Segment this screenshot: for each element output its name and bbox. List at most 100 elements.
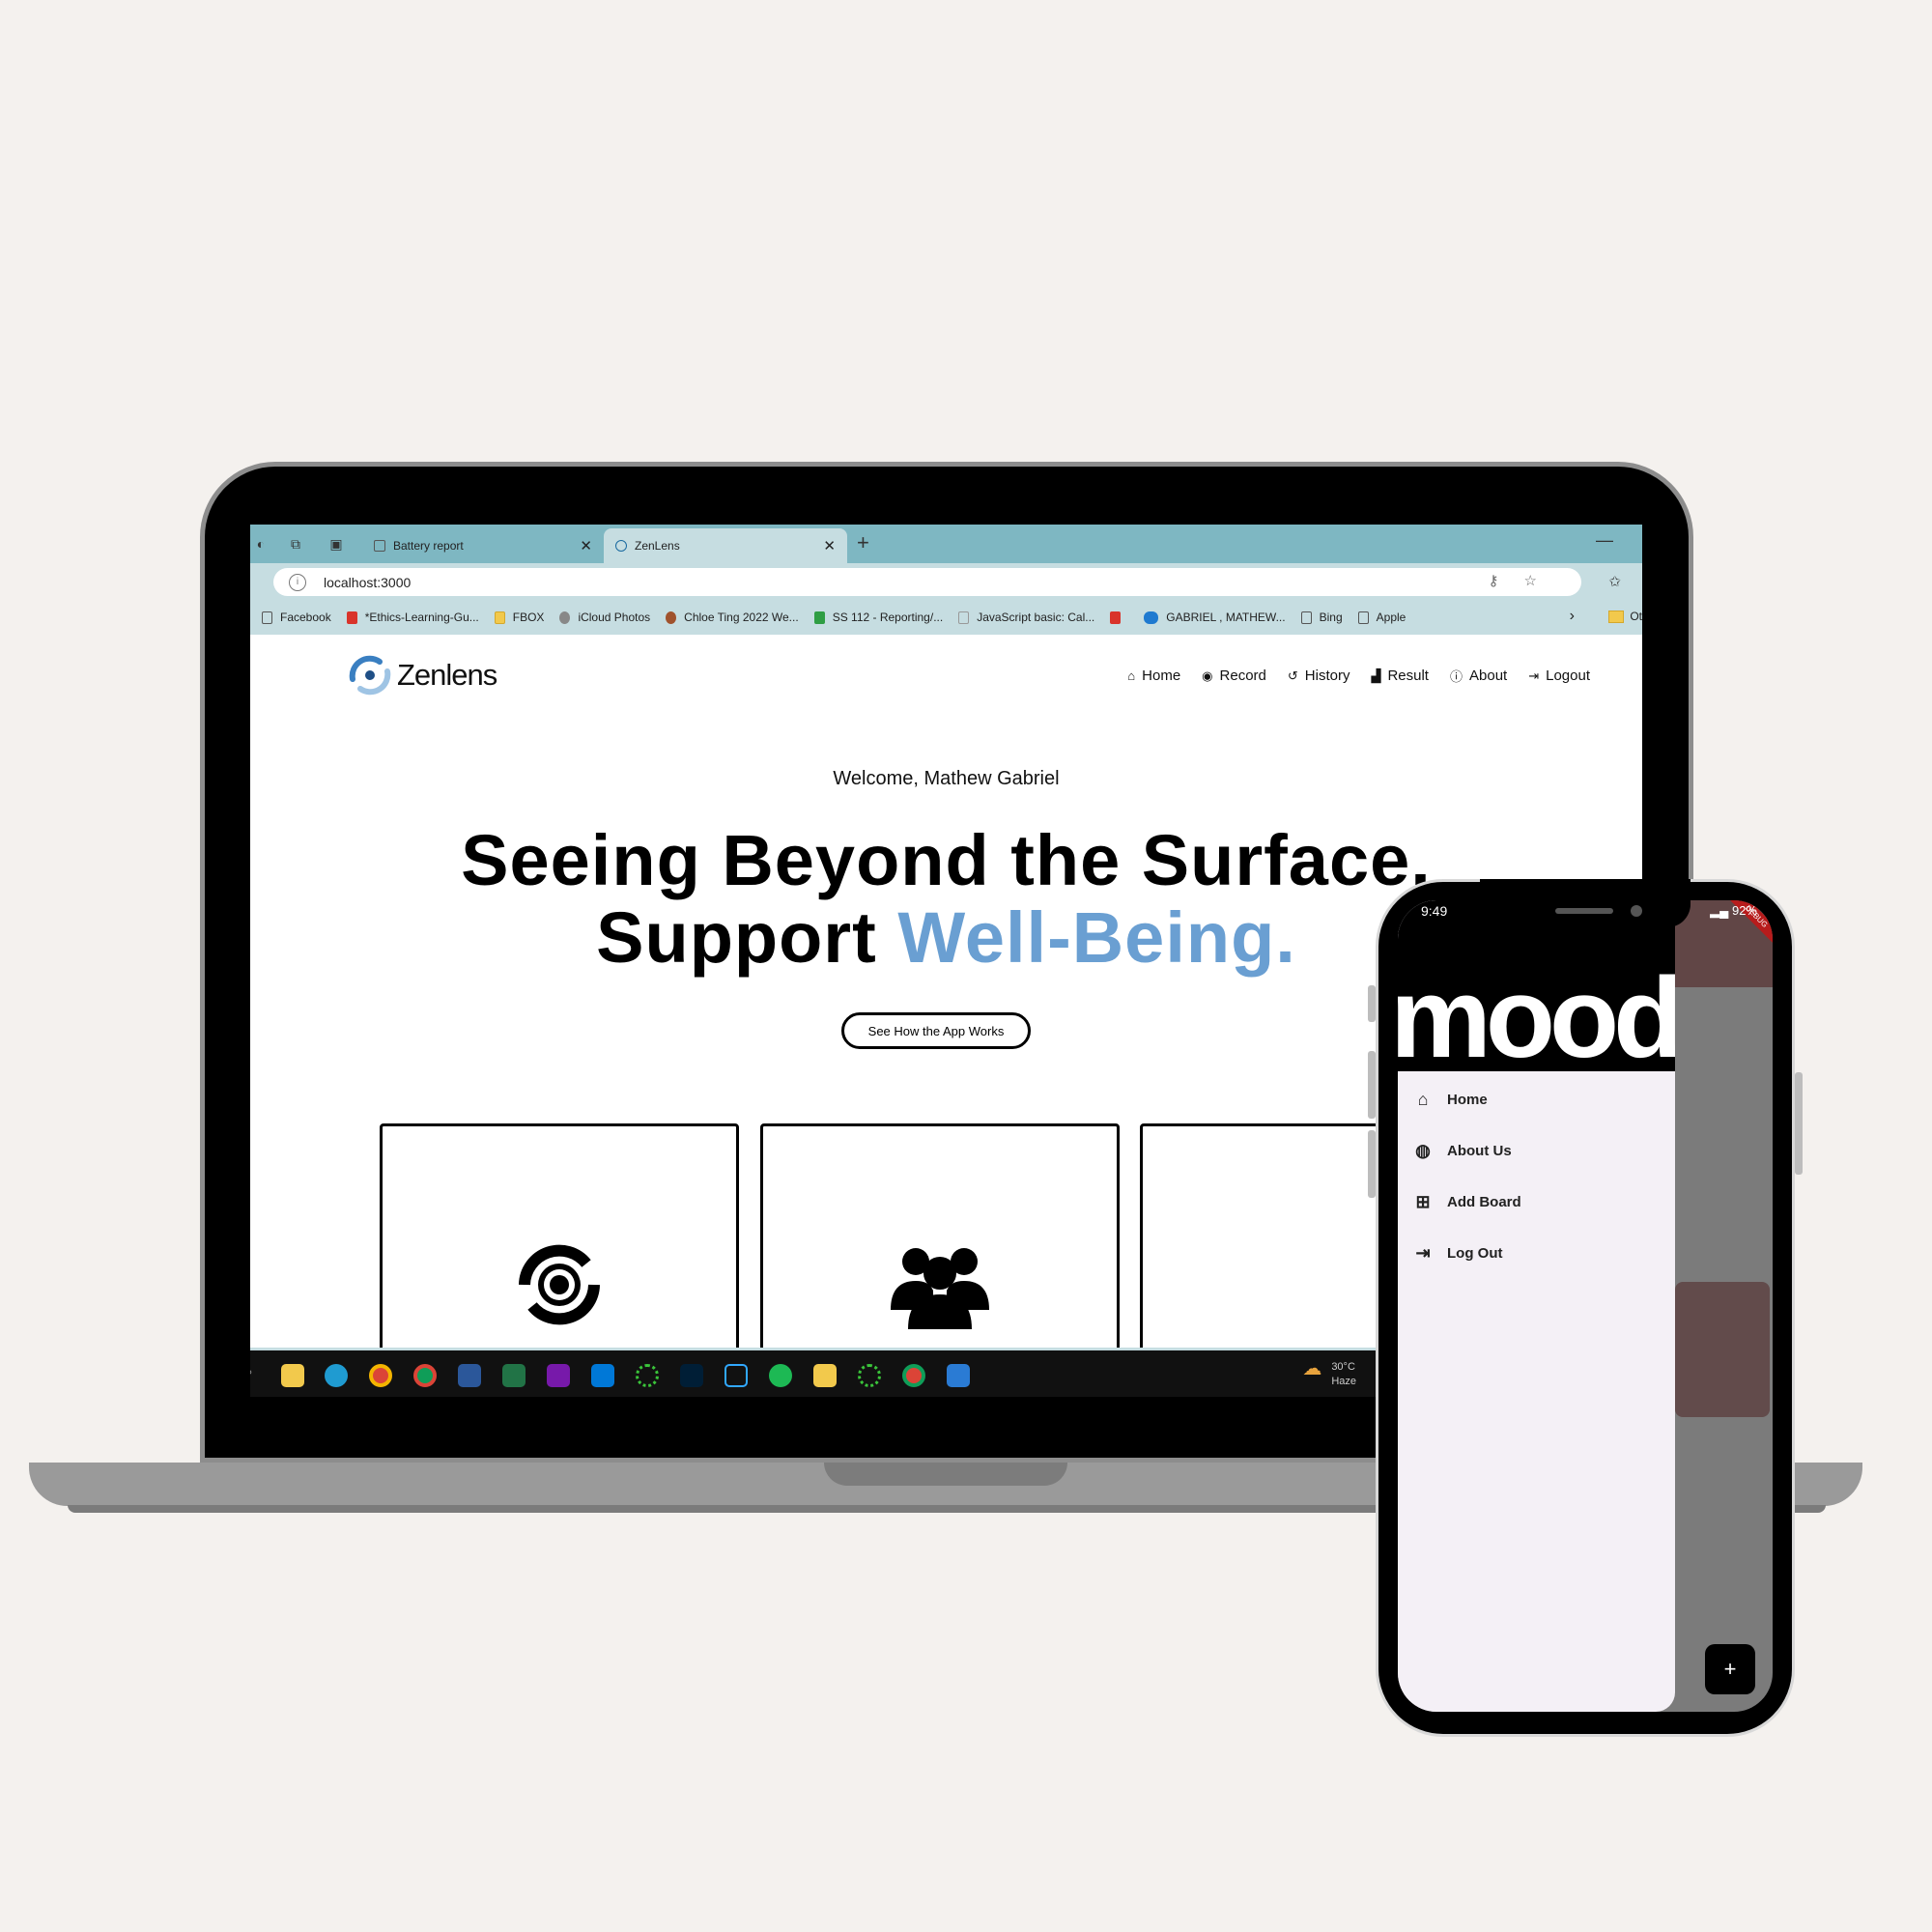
lightroom-icon[interactable] [724, 1364, 748, 1387]
bookmark-fbox[interactable]: FBOX [494, 611, 545, 624]
star-icon[interactable]: ☆ [1524, 573, 1562, 589]
profile-icon[interactable]: ◐ [250, 533, 271, 554]
bookmark-label: Facebook [280, 611, 331, 624]
bookmark-chloe[interactable]: Chloe Ting 2022 We... [666, 611, 799, 624]
fbox-icon [494, 611, 505, 624]
tab-zenlens[interactable]: ZenLens ✕ [604, 528, 847, 563]
logo-text: Zenlens [397, 658, 497, 692]
onenote-icon[interactable] [547, 1364, 570, 1387]
spotify-icon[interactable] [769, 1364, 792, 1387]
close-icon[interactable]: ✕ [823, 537, 836, 554]
see-how-button[interactable]: See How the App Works [841, 1012, 1031, 1049]
speaker-grille [1555, 908, 1613, 914]
loading-app-icon[interactable] [636, 1364, 659, 1387]
pdf-icon [1110, 611, 1122, 624]
bookmark-icloud[interactable]: iCloud Photos [559, 611, 650, 624]
bookmark-apple[interactable]: Apple [1357, 611, 1406, 624]
chevron-right-icon[interactable]: › [1570, 608, 1575, 625]
nav-label: History [1304, 668, 1350, 684]
vscode-icon[interactable] [591, 1364, 614, 1387]
nav-logout[interactable]: ⇥ Logout [1528, 667, 1590, 685]
bookmark-javascript[interactable]: JavaScript basic: Cal... [958, 611, 1094, 624]
nav-about[interactable]: ⓘ About [1450, 667, 1507, 685]
logout-icon: ⇥ [1415, 1243, 1431, 1263]
w3schools-icon [958, 611, 970, 624]
nav-label: Result [1387, 668, 1429, 684]
weather-desc: Haze [1331, 1376, 1356, 1387]
react-icon [615, 540, 627, 552]
history-icon: ↺ [1287, 668, 1298, 683]
nav-result[interactable]: ▟ Result [1371, 667, 1429, 685]
page-icon [374, 540, 385, 552]
nav-label: Logout [1546, 668, 1590, 684]
photoshop-icon[interactable] [680, 1364, 703, 1387]
zenlens-logo[interactable]: Zenlens [347, 654, 497, 696]
word-icon[interactable] [458, 1364, 481, 1387]
weather-icon: ☁ [1302, 1358, 1322, 1379]
address-row: i localhost:3000 ⚷☆ ✩ [250, 563, 1642, 600]
tab-battery-report[interactable]: Battery report ✕ [362, 528, 604, 563]
weather-temp: 30°C [1331, 1361, 1355, 1373]
bookmark-bing[interactable]: Bing [1300, 611, 1343, 624]
excel-icon[interactable] [502, 1364, 526, 1387]
tasks-icon[interactable] [813, 1364, 837, 1387]
drawer-item-logout[interactable]: ⇥ Log Out [1412, 1243, 1502, 1264]
key-icon[interactable]: ⚷ [1489, 573, 1524, 589]
bookmark-ss112[interactable]: SS 112 - Reporting/... [813, 611, 944, 624]
drawer-item-add-board[interactable]: ⊞ Add Board [1412, 1192, 1521, 1212]
edge-icon[interactable] [325, 1364, 348, 1387]
phone-notch [1480, 879, 1690, 927]
nav-home[interactable]: ⌂ Home [1127, 667, 1180, 685]
weather-widget[interactable]: ☁ 30°C Haze [1302, 1359, 1356, 1389]
bookmark-label: JavaScript basic: Cal... [977, 611, 1095, 624]
avatar-icon [666, 611, 677, 624]
bookmark-label: SS 112 - Reporting/... [832, 611, 944, 624]
drawer-item-label: Log Out [1447, 1245, 1503, 1262]
minimize-icon[interactable]: — [1596, 530, 1613, 551]
battery-level: 92% [1731, 903, 1757, 918]
favorites-icon[interactable]: ✩ [1608, 573, 1621, 590]
chrome-icon[interactable] [369, 1364, 392, 1387]
search-icon[interactable]: ⌕ [250, 1364, 268, 1387]
feature-card-record[interactable] [380, 1123, 739, 1375]
phone-volume-down-button [1368, 1130, 1376, 1198]
tab-actions-icon[interactable]: ▣ [326, 533, 347, 554]
close-icon[interactable]: ✕ [580, 537, 592, 554]
loading-app-icon[interactable] [858, 1364, 881, 1387]
page-icon [1357, 611, 1369, 624]
apple-icon [559, 611, 571, 624]
bookmark-ethics[interactable]: *Ethics-Learning-Gu... [346, 611, 479, 624]
file-explorer-icon[interactable] [281, 1364, 304, 1387]
workspaces-icon[interactable]: ⧉ [285, 533, 306, 554]
page-icon [1300, 611, 1312, 624]
info-icon[interactable]: i [289, 573, 306, 591]
home-icon: ⌂ [1417, 1090, 1429, 1109]
hero-accent: Well-Being. [897, 897, 1296, 978]
other-bookmarks[interactable]: Ot [1608, 610, 1642, 624]
address-bar[interactable]: i localhost:3000 ⚷☆ [273, 568, 1581, 596]
bookmark-label: GABRIEL , MATHEW... [1166, 611, 1286, 624]
drive-icon [813, 611, 825, 624]
bookmark-label: iCloud Photos [578, 611, 651, 624]
feature-card-community[interactable] [760, 1123, 1120, 1375]
new-tab-plus-icon[interactable]: + [857, 530, 869, 555]
phone-volume-up-button [1368, 1051, 1376, 1119]
globe-icon: ◍ [1415, 1141, 1431, 1160]
bookmark-pdf[interactable] [1110, 611, 1128, 624]
bookmark-facebook[interactable]: Facebook [262, 611, 331, 624]
bookmark-label: Apple [1376, 611, 1406, 624]
app-icon[interactable] [947, 1364, 970, 1387]
nav-history[interactable]: ↺ History [1288, 667, 1350, 685]
bookmark-gabriel[interactable]: GABRIEL , MATHEW... [1144, 611, 1286, 624]
zenlens-logo-icon [347, 654, 393, 696]
bookmark-label: FBOX [512, 611, 545, 624]
main-nav: ⌂ Home ◉ Record ↺ History ▟ Result ⓘ About ⇥ L… [1106, 667, 1590, 685]
add-fab[interactable]: + [1705, 1644, 1755, 1694]
chrome-profile-icon[interactable] [413, 1364, 437, 1387]
drawer-item-home[interactable]: ⌂ Home [1412, 1090, 1488, 1110]
drawer-item-about[interactable]: ◍ About Us [1412, 1141, 1512, 1161]
drawer-item-label: Add Board [1447, 1194, 1521, 1210]
nav-record[interactable]: ◉ Record [1202, 667, 1266, 685]
eye-icon [519, 1244, 600, 1325]
chrome-profile-icon[interactable] [902, 1364, 925, 1387]
